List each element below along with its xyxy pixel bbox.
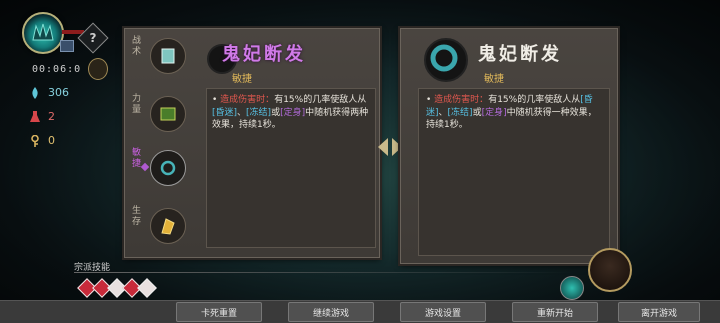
cells-counter: 306: [30, 86, 69, 99]
tab-brutality[interactable]: 力量: [128, 90, 190, 138]
tab-survival[interactable]: 生存: [128, 202, 190, 250]
right-desc-fragment: 造成伤害时：: [434, 95, 489, 105]
right-desc-fragment: [定身]: [481, 107, 507, 118]
left-desc-fragment: 、: [237, 107, 247, 118]
left-desc-fragment: [定身]: [280, 107, 306, 118]
tab-tactics[interactable]: 战术: [128, 32, 190, 80]
tab-agility[interactable]: 敏捷: [128, 144, 190, 192]
run-timer: 00:06:0: [32, 64, 82, 75]
left-desc-fragment: [昏迷]: [212, 107, 238, 118]
survival-item-icon: [150, 208, 186, 244]
character-emblem-icon: [22, 12, 64, 54]
leave-game-button[interactable]: 离开游戏: [618, 302, 700, 322]
right-desc-fragment: 有15%的几率使敌人从: [488, 95, 581, 105]
agility-item-icon: [150, 150, 186, 186]
left-mutation-type: 敏捷: [232, 74, 252, 85]
tactics-item-icon: [150, 38, 186, 74]
right-desc-fragment: 或: [472, 107, 482, 118]
question-icon: ?: [89, 31, 97, 45]
potion-counter: 2: [30, 110, 55, 123]
arrow-left-icon[interactable]: [378, 138, 388, 156]
tab-survival-label: 生存: [132, 206, 142, 227]
right-mutation-icon: [424, 38, 468, 82]
potion-value: 2: [48, 110, 55, 123]
small-emblem-icon: [560, 276, 584, 300]
left-desc-fragment: 造成伤害时：: [220, 95, 275, 105]
book-icon[interactable]: [60, 40, 74, 52]
key-icon: [31, 134, 39, 147]
help-button[interactable]: ?: [77, 22, 109, 54]
flask-icon: [30, 110, 40, 122]
left-desc-fragment: 有15%的几率使敌人从: [274, 95, 367, 105]
left-desc-fragment: •: [212, 95, 221, 105]
continue-game-button[interactable]: 继续游戏: [288, 302, 374, 322]
reset-stuck-button[interactable]: 卡死重置: [176, 302, 262, 322]
tab-tactics-label: 战术: [132, 36, 142, 57]
cell-icon: [32, 86, 38, 99]
game-settings-button[interactable]: 游戏设置: [400, 302, 486, 322]
key-counter: 0: [30, 134, 55, 147]
left-desc-fragment: 或: [271, 107, 281, 118]
left-desc-fragment: [冻结]: [246, 107, 272, 118]
speedrun-icon: [88, 58, 108, 80]
key-value: 0: [48, 134, 55, 147]
right-desc-fragment: 、: [438, 107, 448, 118]
right-mutation-title: 鬼妃断发: [478, 44, 562, 65]
right-desc-fragment: [冻结]: [447, 107, 473, 118]
tab-brutality-label: 力量: [132, 94, 142, 115]
right-mutation-description: • 造成伤害时：有15%的几率使敌人从[昏迷]、[冻结]或[定身]中随机获得一种…: [426, 94, 602, 132]
left-mutation-description: • 造成伤害时：有15%的几率使敌人从[昏迷]、[冻结]或[定身]中随机获得两种…: [212, 94, 372, 132]
right-mutation-type: 敏捷: [484, 74, 504, 85]
character-portrait[interactable]: [588, 248, 632, 292]
faction-gem-icon: [137, 278, 157, 298]
faction-divider: [74, 272, 574, 273]
left-mutation-title: 鬼妃断发: [222, 44, 306, 65]
right-desc-fragment: •: [426, 95, 435, 105]
brutality-item-icon: [150, 96, 186, 132]
restart-button[interactable]: 重新开始: [512, 302, 598, 322]
cells-value: 306: [48, 86, 69, 99]
